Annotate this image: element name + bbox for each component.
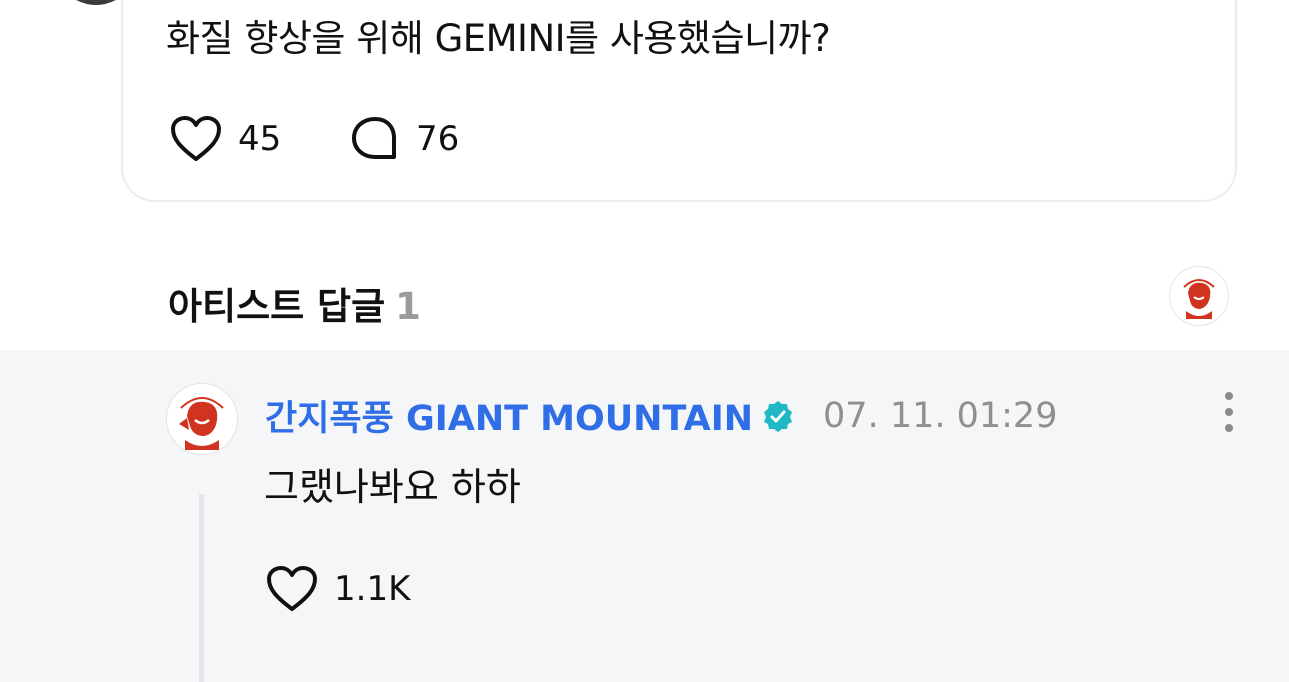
fan-like-count: 45 — [238, 119, 282, 159]
fan-comment-text: 화질 향상을 위해 GEMINI를 사용했습니까? — [166, 17, 831, 60]
reply-header: 간지폭풍 GIANT MOUNTAIN 07. 11. 01:29 — [265, 390, 1057, 441]
fan-like-button[interactable]: 45 — [170, 115, 281, 163]
comment-bubble-icon — [352, 117, 396, 159]
artist-replies-title: 아티스트 답글 — [168, 285, 386, 328]
artist-replies-header: 아티스트 답글 1 — [168, 276, 421, 330]
fan-comment-button[interactable]: 76 — [350, 115, 459, 163]
more-vertical-icon[interactable] — [1214, 392, 1244, 432]
artist-avatar[interactable] — [166, 383, 238, 455]
verified-badge-icon — [764, 400, 793, 432]
artist-replies-count: 1 — [395, 285, 421, 328]
artist-avatar-small[interactable] — [1169, 266, 1229, 326]
fan-comment-count: 76 — [416, 119, 460, 159]
reply-timestamp: 07. 11. 01:29 — [823, 395, 1058, 436]
heart-icon — [171, 116, 221, 161]
thread-line — [199, 494, 204, 682]
heart-icon — [267, 566, 317, 611]
reply-like-button[interactable]: 1.1K — [266, 565, 410, 613]
reply-author-name[interactable]: 간지폭풍 GIANT MOUNTAIN — [265, 390, 753, 441]
fan-avatar[interactable] — [50, 0, 142, 32]
reply-text: 그랬나봐요 하하 — [264, 465, 521, 509]
reply-like-count: 1.1K — [334, 569, 411, 609]
